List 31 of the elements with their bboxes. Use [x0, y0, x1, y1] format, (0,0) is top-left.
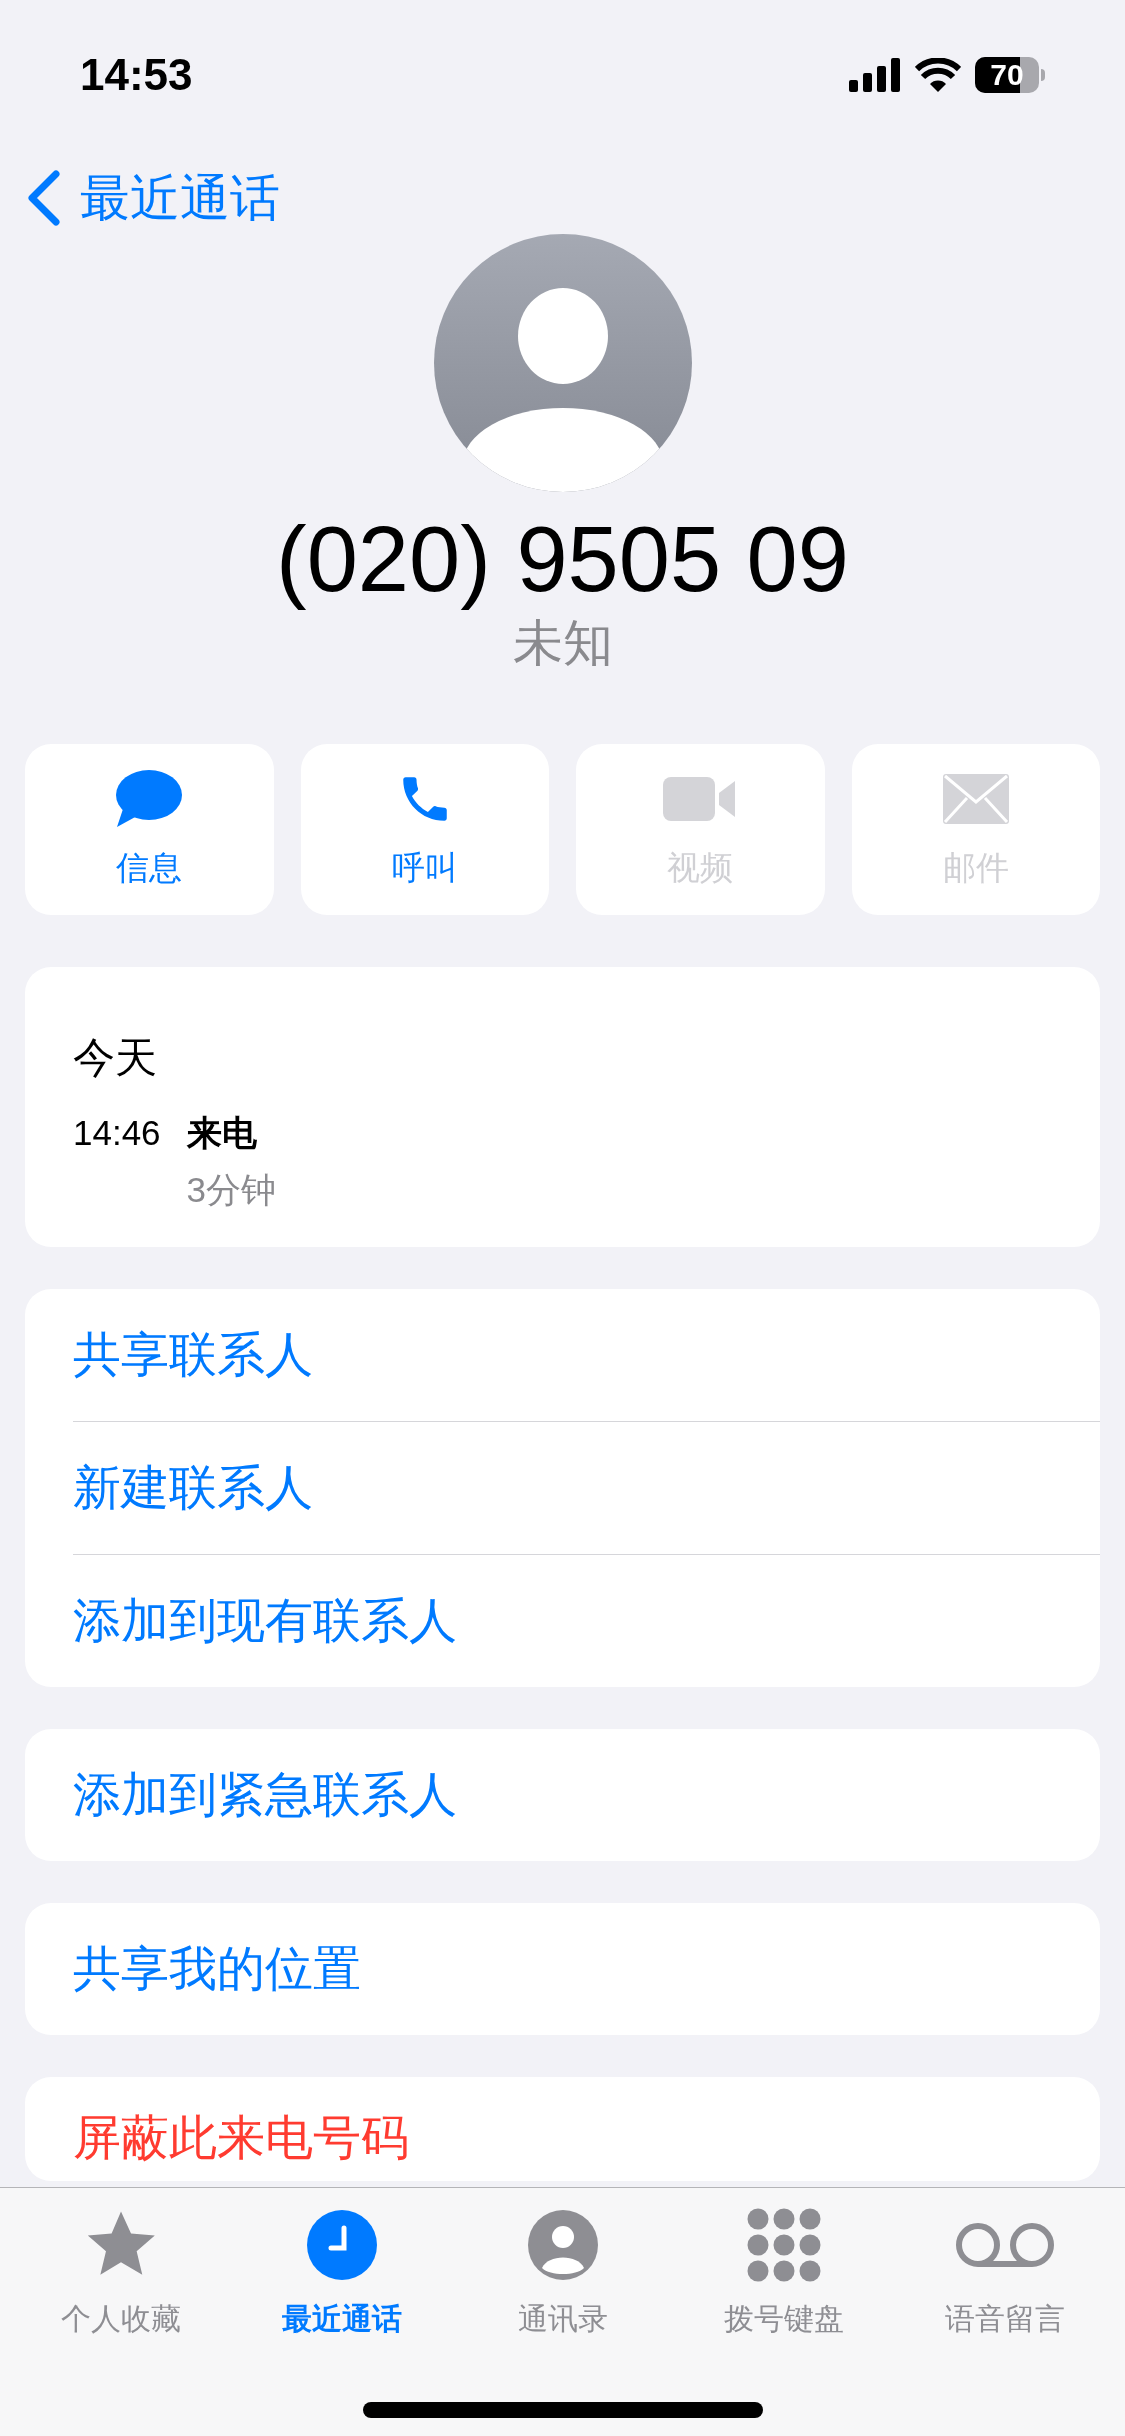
- video-camera-icon: [663, 775, 738, 824]
- clock-icon: [306, 2210, 377, 2280]
- voicemail-icon: [954, 2222, 1055, 2268]
- option-link[interactable]: 共享联系人: [73, 1289, 1100, 1422]
- option-link[interactable]: 共享我的位置: [73, 1903, 1100, 2036]
- call-type: 来电: [186, 1115, 258, 1151]
- tab-item[interactable]: 个人收藏: [20, 2208, 221, 2341]
- keypad-icon: [746, 2208, 821, 2282]
- option-link[interactable]: 添加到现有联系人: [73, 1555, 1100, 1688]
- tab-item[interactable]: 通讯录: [462, 2208, 663, 2341]
- option-link[interactable]: 添加到紧急联系人: [73, 1729, 1100, 1862]
- call-time: 14:46: [73, 1115, 161, 1155]
- call-duration: 3分钟: [186, 1172, 277, 1208]
- action-button[interactable]: 信息: [25, 744, 274, 916]
- chevron-left-icon: [26, 170, 60, 226]
- action-button[interactable]: 呼叫: [300, 744, 549, 916]
- phone-number: (020) 9505 09: [276, 507, 849, 612]
- wifi-icon: [915, 58, 961, 92]
- signal-icon: [849, 58, 901, 92]
- tab-item[interactable]: 语音留言: [904, 2208, 1105, 2341]
- speech-bubble-icon: [115, 769, 184, 830]
- contact-label: 未知: [512, 618, 613, 669]
- back-button[interactable]: 最近通话: [26, 160, 280, 236]
- envelope-icon: [942, 774, 1009, 825]
- option-link[interactable]: 屏蔽此来电号码: [73, 2109, 1100, 2168]
- person-circle-icon: [527, 2210, 598, 2280]
- date-heading: 今天: [73, 1037, 158, 1080]
- tab-item[interactable]: 最近通话: [241, 2208, 442, 2341]
- tab-item[interactable]: 拨号键盘: [683, 2208, 884, 2341]
- option-link[interactable]: 新建联系人: [73, 1422, 1100, 1555]
- status-time: 14:53: [80, 49, 193, 101]
